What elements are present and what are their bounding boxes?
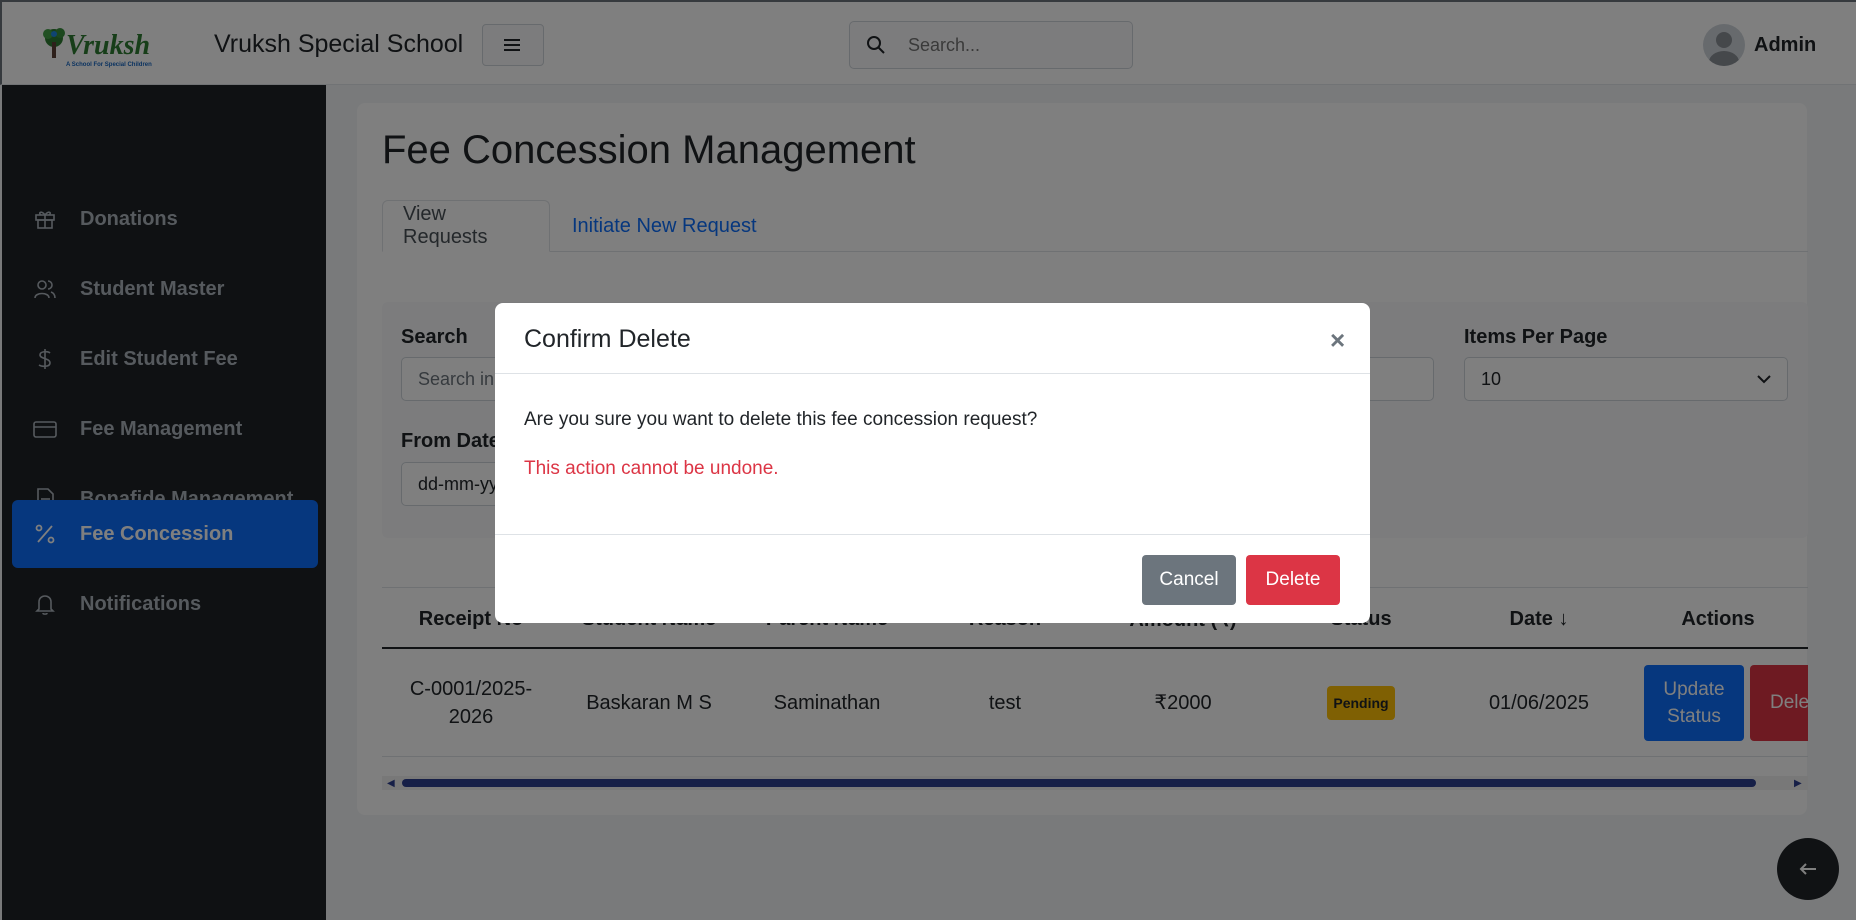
close-icon[interactable]: × bbox=[1330, 327, 1345, 353]
confirm-delete-modal: Confirm Delete × Are you sure you want t… bbox=[495, 303, 1370, 623]
modal-title: Confirm Delete bbox=[524, 325, 691, 353]
modal-message: Are you sure you want to delete this fee… bbox=[524, 409, 1038, 430]
modal-header: Confirm Delete × bbox=[495, 303, 1370, 374]
modal-footer bbox=[495, 534, 1370, 623]
modal-warning: This action cannot be undone. bbox=[524, 458, 779, 479]
cancel-button[interactable]: Cancel bbox=[1142, 555, 1236, 605]
confirm-delete-button[interactable]: Delete bbox=[1246, 555, 1340, 605]
